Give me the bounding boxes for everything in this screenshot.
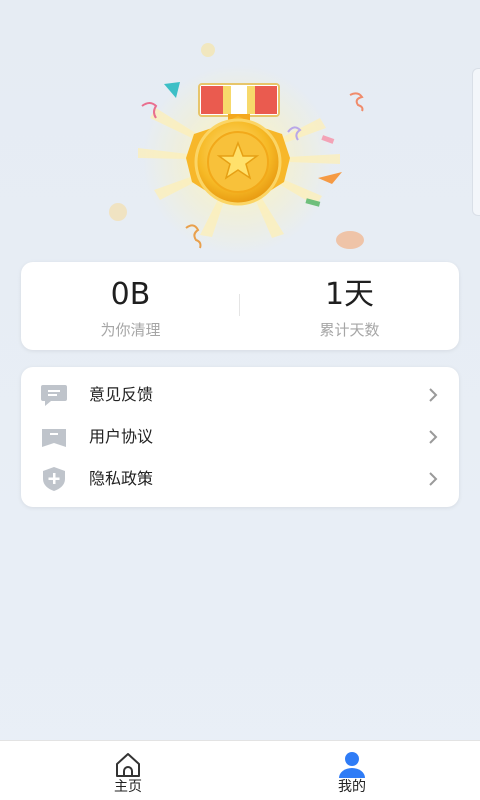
menu-item-label: 用户协议 — [89, 427, 154, 446]
chevron-right-icon — [429, 430, 438, 444]
shield-plus-icon — [43, 467, 65, 491]
medal-illustration — [109, 43, 364, 255]
bottom-nav: 主页 我的 — [0, 740, 480, 800]
menu-item-privacy-policy[interactable]: 隐私政策 — [21, 458, 459, 500]
chat-bubble-icon — [41, 385, 67, 406]
days-value: 1天 — [324, 277, 375, 312]
menu-item-label: 意见反馈 — [89, 385, 154, 404]
bookmark-icon — [42, 429, 66, 447]
chevron-right-icon — [429, 388, 438, 402]
nav-mine-label: 我的 — [338, 779, 366, 795]
days-label: 累计天数 — [319, 321, 380, 339]
cleaned-label: 为你清理 — [100, 321, 161, 339]
nav-home-label: 主页 — [114, 779, 142, 795]
menu-item-feedback[interactable]: 意见反馈 — [21, 374, 459, 416]
user-icon — [339, 752, 365, 778]
menu-item-label: 隐私政策 — [89, 469, 154, 488]
stats-card: 0B 为你清理 1天 累计天数 — [21, 262, 459, 350]
days-stat: 1天 累计天数 — [240, 262, 459, 350]
side-edge-tab[interactable] — [472, 68, 480, 216]
nav-mine[interactable]: 我的 — [302, 741, 402, 800]
cleaned-value: 0B — [110, 277, 151, 312]
menu-card: 意见反馈 用户协议 隐私政策 — [21, 367, 459, 507]
nav-home[interactable]: 主页 — [78, 741, 178, 800]
home-icon — [116, 753, 140, 777]
cleaned-stat: 0B 为你清理 — [21, 262, 240, 350]
menu-item-user-agreement[interactable]: 用户协议 — [21, 416, 459, 458]
chevron-right-icon — [429, 472, 438, 486]
